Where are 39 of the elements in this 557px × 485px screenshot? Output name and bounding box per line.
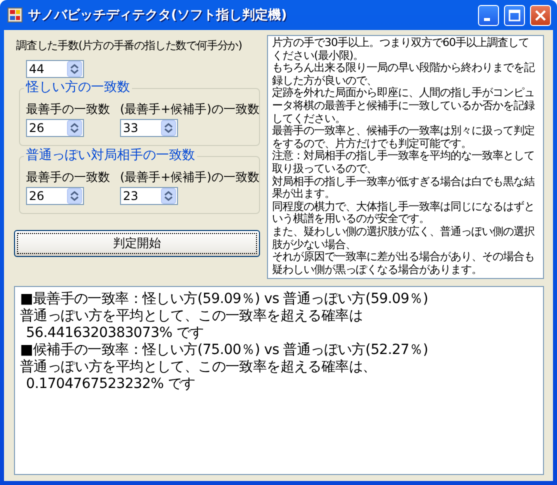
- instruction-text: 注意：対局相手の指し手一致率を平均的な一致率として取り扱っているので、: [272, 150, 536, 176]
- spinner-arrows[interactable]: [67, 188, 82, 204]
- instruction-text: 定跡を外れた局面から即座に、人間の指し手がコンピュータ将棋の最善手と候補手に一致しているか否かを記録してください。: [272, 87, 536, 125]
- instruction-text: 対局相手の指し手一致率が低すぎる場合は白でも黒な結果が出ます。: [272, 176, 536, 200]
- field-label: (最善手+候補手)の一致数: [120, 102, 260, 117]
- instruction-text: もちろん出来る限り一局の早い段階から終わりまでを記録した方が良いので、: [272, 62, 536, 87]
- instruction-text: それが原因で一致率に差が出る場合があり、その場合も疑わしい側が黒っぽくなる場合があります。: [272, 251, 536, 276]
- group-title: 怪しい方の一致数: [24, 80, 132, 96]
- result-text: ■最善手の一致率：怪しい方(59.09％) vs 普通っぽい方(59.09％): [20, 291, 430, 308]
- app-icon: [7, 7, 23, 23]
- spin-field[interactable]: 44: [26, 60, 84, 78]
- group-title: 普通っぽい対局相手の一致数: [24, 148, 197, 164]
- result-text: 56.4416320383073% です: [25, 325, 205, 342]
- spinner-arrows[interactable]: [161, 188, 176, 204]
- instruction-text: また、疑わしい側の選択肢が広く、普通っぽい側の選択肢が少ない場合、: [272, 226, 536, 250]
- field-label: 最善手の一致数: [26, 102, 110, 117]
- instruction-text: 片方の手で30手以上。つまり双方で60手以上調査してください(最小限)。: [272, 37, 530, 62]
- field-label: (最善手+候補手)の一致数: [120, 170, 260, 185]
- spin-field[interactable]: 26: [26, 187, 84, 205]
- close-button[interactable]: [530, 4, 551, 26]
- result-text: 0.1704767523232% です: [25, 376, 196, 393]
- window-title: サノバビッチディテクタ(ソフト指し判定機): [28, 6, 288, 24]
- spin-field[interactable]: 33: [120, 119, 178, 137]
- minimize-icon: [484, 18, 490, 20]
- instruction-text: 最善手の一致率と、候補手の一致率は別々に扱って判定をするので、片方だけでも判定可能です。: [272, 125, 536, 150]
- result-text: 普通っぽい方を平均として、この一致率を超える確率は、: [20, 359, 378, 376]
- spinner-arrows[interactable]: [67, 61, 82, 77]
- result-text: 普通っぽい方を平均として、この一致率を超える確率は: [20, 308, 364, 325]
- result-text: ■候補手の一致率：怪しい方(75.00％) vs 普通っぽい方(52.27％): [20, 342, 430, 359]
- minimize-button[interactable]: [478, 4, 499, 26]
- spin-field[interactable]: 26: [26, 119, 84, 137]
- judge-button[interactable]: 判定開始: [14, 230, 260, 257]
- moves-label: 調査した手数(片方の手番の指した数で何手分か): [16, 38, 242, 53]
- maximize-button[interactable]: [504, 4, 525, 26]
- spinner-arrows[interactable]: [161, 120, 176, 136]
- spin-field[interactable]: 23: [120, 187, 178, 205]
- field-label: 最善手の一致数: [26, 170, 110, 185]
- spinner-arrows[interactable]: [67, 120, 82, 136]
- instruction-text: 同程度の棋力で、大体指し手一致率は同じになるはずという棋譜を用いるのが安全です。: [272, 200, 536, 226]
